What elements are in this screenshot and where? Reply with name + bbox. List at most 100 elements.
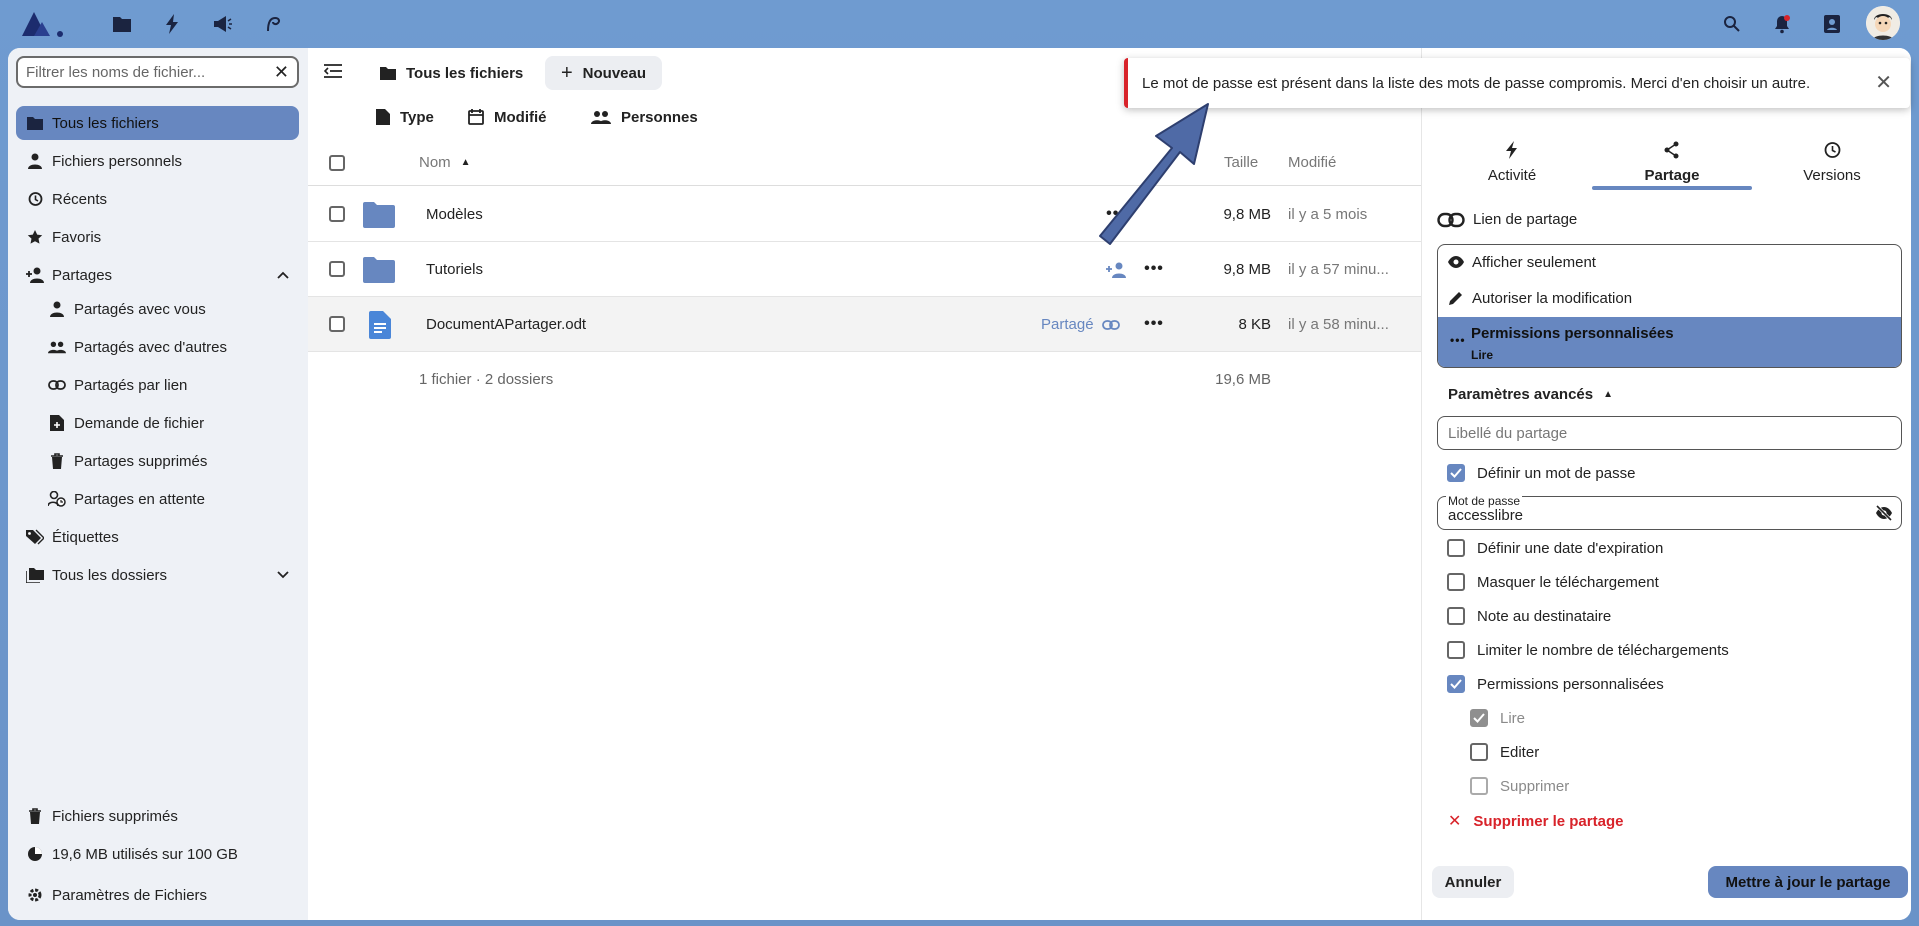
perm-delete-checkbox: Supprimer bbox=[1470, 777, 1569, 795]
file-name[interactable]: Modèles bbox=[426, 187, 483, 242]
tab-activity[interactable]: Activité bbox=[1432, 134, 1592, 184]
history-icon bbox=[1824, 142, 1841, 158]
checkbox-checked-icon bbox=[1470, 709, 1488, 727]
update-share-button[interactable]: Mettre à jour le partage bbox=[1708, 866, 1908, 898]
custom-permissions-checkbox[interactable]: Permissions personnalisées bbox=[1447, 675, 1664, 693]
file-name[interactable]: Tutoriels bbox=[426, 242, 483, 297]
chevron-down-icon[interactable] bbox=[277, 566, 289, 583]
logo[interactable] bbox=[20, 8, 72, 40]
nav-item-label: Partages bbox=[52, 266, 113, 284]
file-name[interactable]: DocumentAPartager.odt bbox=[426, 297, 586, 352]
nav-item-all-folders[interactable]: Tous les dossiers bbox=[16, 558, 299, 592]
navigation-sidebar: Filtrer les noms de fichier... ✕ Tous le… bbox=[8, 48, 308, 920]
nav-item-shared-by-link[interactable]: Partagés par lien bbox=[16, 368, 299, 402]
option-label: Permissions personnalisées bbox=[1477, 675, 1664, 693]
expiration-date-checkbox[interactable]: Définir une date d'expiration bbox=[1447, 539, 1663, 557]
tab-label: Partage bbox=[1644, 167, 1700, 184]
close-icon[interactable]: ✕ bbox=[1875, 70, 1892, 95]
nav-item-label: Partagés avec vous bbox=[74, 300, 206, 318]
quota-indicator[interactable]: 19,6 MB utilisés sur 100 GB bbox=[16, 837, 299, 871]
new-button[interactable]: + Nouveau bbox=[545, 56, 662, 90]
share-user-icon bbox=[26, 266, 44, 284]
link-icon bbox=[1101, 319, 1120, 330]
nav-item-favorites[interactable]: Favoris bbox=[16, 220, 299, 254]
password-field[interactable]: Mot de passe accesslibre bbox=[1437, 494, 1902, 530]
breadcrumb-label: Tous les fichiers bbox=[406, 64, 524, 82]
nav-item-deleted-shares[interactable]: Partages supprimés bbox=[16, 444, 299, 478]
talk-icon[interactable] bbox=[262, 12, 286, 36]
nav-item-shares[interactable]: Partages bbox=[16, 258, 299, 292]
perm-label: Editer bbox=[1500, 743, 1540, 761]
sort-by-modified[interactable]: Modifié bbox=[1288, 154, 1336, 171]
nav-item-pending-shares[interactable]: Partages en attente bbox=[16, 482, 299, 516]
note-recipient-checkbox[interactable]: Note au destinataire bbox=[1447, 607, 1611, 625]
tab-label: Activité bbox=[1487, 167, 1537, 184]
nav-item-settings[interactable]: Paramètres de Fichiers bbox=[16, 878, 299, 912]
row-checkbox[interactable] bbox=[329, 206, 345, 222]
nav-item-shared-with-others[interactable]: Partagés avec d'autres bbox=[16, 330, 299, 364]
nav-item-recent[interactable]: Récents bbox=[16, 182, 299, 216]
clear-filter-icon[interactable]: ✕ bbox=[274, 62, 289, 83]
hide-download-checkbox[interactable]: Masquer le téléchargement bbox=[1447, 573, 1659, 591]
set-password-checkbox[interactable]: Définir un mot de passe bbox=[1447, 464, 1635, 482]
share-label-placeholder: Libellé du partage bbox=[1448, 424, 1568, 442]
filter-modified[interactable]: Modifié bbox=[468, 100, 547, 134]
search-icon[interactable] bbox=[1720, 12, 1744, 36]
row-checkbox[interactable] bbox=[329, 316, 345, 332]
table-row[interactable]: DocumentAPartager.odt Partagé ••• 8 KB i… bbox=[308, 297, 1421, 352]
eye-off-icon[interactable] bbox=[1875, 504, 1893, 525]
table-row[interactable]: Tutoriels ••• 9,8 MB il y a 57 minu... bbox=[308, 242, 1421, 297]
announcements-icon[interactable] bbox=[210, 12, 234, 36]
filter-input[interactable]: Filtrer les noms de fichier... ✕ bbox=[16, 56, 299, 88]
contacts-icon[interactable] bbox=[1820, 12, 1844, 36]
sort-by-name[interactable]: Nom ▲ bbox=[419, 154, 471, 171]
share-link-header: Lien de partage bbox=[1437, 211, 1577, 228]
permission-selected-sub: Lire bbox=[1471, 348, 1494, 362]
actions-menu-icon[interactable]: ••• bbox=[1144, 314, 1164, 334]
tab-share[interactable]: Partage bbox=[1592, 134, 1752, 184]
nav-item-label: Favoris bbox=[52, 228, 102, 246]
delete-share-button[interactable]: ✕ Supprimer le partage bbox=[1448, 811, 1623, 831]
nav-item-tags[interactable]: Étiquettes bbox=[16, 520, 299, 554]
gear-icon bbox=[26, 886, 44, 904]
limit-downloads-checkbox[interactable]: Limiter le nombre de téléchargements bbox=[1447, 641, 1729, 659]
activity-icon[interactable] bbox=[160, 12, 184, 36]
nav-item-shared-with-you[interactable]: Partagés avec vous bbox=[16, 292, 299, 326]
perm-edit-checkbox[interactable]: Editer bbox=[1470, 743, 1539, 761]
nav-item-deleted-files[interactable]: Fichiers supprimés bbox=[16, 799, 299, 833]
nav-item-label: Paramètres de Fichiers bbox=[52, 886, 208, 904]
file-type-icon bbox=[376, 109, 390, 125]
folder-multiple-icon bbox=[26, 566, 44, 584]
share-label-input[interactable]: Libellé du partage bbox=[1437, 416, 1902, 450]
nav-item-all-files[interactable]: Tous les fichiers bbox=[16, 106, 299, 140]
filter-people[interactable]: Personnes bbox=[591, 100, 698, 134]
user-icon bbox=[48, 300, 66, 318]
shared-status[interactable]: Partagé bbox=[1041, 297, 1120, 352]
row-checkbox[interactable] bbox=[329, 261, 345, 277]
folder-icon bbox=[363, 242, 395, 297]
breadcrumb[interactable]: Tous les fichiers bbox=[380, 56, 523, 90]
avatar[interactable] bbox=[1866, 6, 1900, 40]
tab-versions[interactable]: Versions bbox=[1752, 134, 1911, 184]
permission-view-only[interactable]: Afficher seulement bbox=[1438, 245, 1901, 279]
permission-custom-selected[interactable]: ••• Permissions personnalisées Lire bbox=[1438, 317, 1901, 367]
filter-modified-label: Modifié bbox=[494, 108, 547, 126]
permission-selected-label: Permissions personnalisées bbox=[1471, 325, 1674, 342]
advanced-settings-toggle[interactable]: Paramètres avancés ▲ bbox=[1448, 386, 1613, 403]
notifications-icon[interactable] bbox=[1770, 12, 1794, 36]
nav-item-file-request[interactable]: Demande de fichier bbox=[16, 406, 299, 440]
perm-label: Supprimer bbox=[1500, 777, 1570, 795]
chevron-up-icon[interactable] bbox=[277, 266, 289, 283]
files-icon[interactable] bbox=[110, 12, 134, 36]
filter-type[interactable]: Type bbox=[376, 100, 434, 134]
cancel-button[interactable]: Annuler bbox=[1432, 866, 1514, 898]
permission-allow-edit[interactable]: Autoriser la modification bbox=[1438, 281, 1901, 315]
nav-item-personal-files[interactable]: Fichiers personnels bbox=[16, 144, 299, 178]
toggle-navigation-icon[interactable] bbox=[323, 64, 342, 82]
table-row[interactable]: Modèles ••• 9,8 MB il y a 5 mois bbox=[308, 187, 1421, 242]
actions-menu-icon[interactable]: ••• bbox=[1144, 259, 1164, 279]
select-all-checkbox[interactable] bbox=[329, 155, 345, 171]
user-icon bbox=[26, 152, 44, 170]
permission-label: Afficher seulement bbox=[1472, 253, 1596, 271]
dots-icon: ••• bbox=[1450, 333, 1466, 347]
